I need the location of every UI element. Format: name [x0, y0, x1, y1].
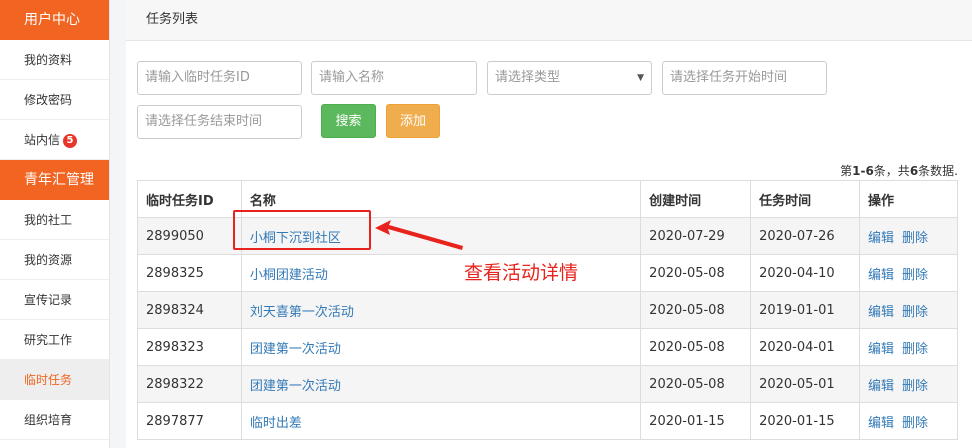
sidebar-item-organization-cultivation[interactable]: 组织培育 — [0, 400, 109, 440]
column-header-task-id: 临时任务ID — [137, 180, 242, 218]
unread-count-badge: 5 — [63, 134, 78, 148]
created-date-cell: 2020-07-29 — [640, 217, 752, 255]
task-id-cell: 2898324 — [137, 291, 242, 329]
sidebar-item-label: 修改密码 — [24, 93, 73, 107]
table-row: 2898323 团建第一次活动 2020-05-08 2020-04-01 编辑 删除 — [137, 328, 958, 366]
task-id-cell: 2898325 — [137, 254, 242, 292]
sidebar-item-label: 站内信 — [24, 133, 61, 147]
delete-link[interactable]: 删除 — [902, 416, 928, 431]
column-header-created: 创建时间 — [640, 180, 752, 218]
table-header-row: 临时任务ID 名称 创建时间 任务时间 操作 — [137, 180, 958, 218]
delete-link[interactable]: 删除 — [902, 342, 928, 357]
created-date-cell: 2020-01-15 — [640, 402, 752, 440]
task-date-cell: 2020-04-01 — [750, 328, 861, 366]
annotation-arrow-icon — [375, 220, 463, 250]
add-button[interactable]: 添加 — [386, 104, 440, 138]
edit-link[interactable]: 编辑 — [868, 231, 894, 246]
table-row: 2897877 临时出差 2020-01-15 2020-01-15 编辑 删除 — [137, 402, 958, 440]
column-header-actions: 操作 — [859, 180, 958, 218]
task-name-link[interactable]: 团建第一次活动 — [250, 379, 341, 394]
sidebar-item-my-resources[interactable]: 我的资源 — [0, 240, 109, 280]
delete-link[interactable]: 删除 — [902, 379, 928, 394]
created-date-cell: 2020-05-08 — [640, 365, 752, 403]
sidebar-item-label: 我的资料 — [24, 53, 73, 67]
sidebar-item-publicity-records[interactable]: 宣传记录 — [0, 280, 109, 320]
delete-link[interactable]: 删除 — [902, 268, 928, 283]
caret-down-icon: ▼ — [637, 73, 644, 83]
task-name-link[interactable]: 小桐团建活动 — [250, 268, 328, 283]
table-row: 2899050 小桐下沉到社区 2020-07-29 2020-07-26 编辑 删除 — [137, 217, 958, 255]
sidebar-item-label: 宣传记录 — [24, 293, 73, 307]
main-panel: 任务列表 请输入临时任务ID 请输入名称 请选择类型 ▼ 请选择任务开始时间 请… — [126, 0, 972, 448]
sidebar-item-my-social-workers[interactable]: 我的社工 — [0, 200, 109, 240]
actions-cell: 编辑 删除 — [859, 217, 958, 255]
created-date-cell: 2020-05-08 — [640, 328, 752, 366]
task-id-cell: 2897877 — [137, 402, 242, 440]
task-id-cell: 2899050 — [137, 217, 242, 255]
table-row: 2898324 刘天喜第一次活动 2020-05-08 2019-01-01 编辑 删除 — [137, 291, 958, 329]
actions-cell: 编辑 删除 — [859, 365, 958, 403]
task-id-cell: 2898322 — [137, 365, 242, 403]
search-button[interactable]: 搜索 — [321, 104, 376, 138]
task-table: 临时任务ID 名称 创建时间 任务时间 操作 2899050 小桐下沉到社区 202… — [137, 180, 958, 440]
task-name-cell: 临时出差 — [240, 402, 642, 440]
task-name-cell: 小桐团建活动 — [240, 254, 642, 292]
task-id-input[interactable]: 请输入临时任务ID — [137, 61, 302, 95]
column-header-task-time: 任务时间 — [750, 180, 861, 218]
task-name-link[interactable]: 临时出差 — [250, 416, 302, 431]
edit-link[interactable]: 编辑 — [868, 416, 894, 431]
task-date-cell: 2020-05-01 — [750, 365, 861, 403]
sidebar: 用户中心 我的资料 修改密码 站内信 5 青年汇管理 我的社工 我的资源 宣传记录… — [0, 0, 110, 448]
table-row: 2898322 团建第一次活动 2020-05-08 2020-05-01 编辑 删除 — [137, 365, 958, 403]
delete-link[interactable]: 删除 — [902, 231, 928, 246]
sidebar-section-user-center: 用户中心 — [0, 0, 109, 40]
sidebar-item-label: 我的资源 — [24, 253, 73, 267]
task-date-cell: 2020-07-26 — [750, 217, 861, 255]
edit-link[interactable]: 编辑 — [868, 379, 894, 394]
actions-cell: 编辑 删除 — [859, 328, 958, 366]
sidebar-item-my-profile[interactable]: 我的资料 — [0, 40, 109, 80]
type-select-value: 请选择类型 — [495, 70, 561, 85]
sidebar-item-change-password[interactable]: 修改密码 — [0, 80, 109, 120]
type-select[interactable]: 请选择类型 ▼ — [487, 61, 652, 95]
pagination-summary: 第1-6条，共6条数据. — [840, 164, 958, 178]
task-name-cell: 团建第一次活动 — [240, 328, 642, 366]
sidebar-item-label: 研究工作 — [24, 333, 73, 347]
task-name-link[interactable]: 团建第一次活动 — [250, 342, 341, 357]
actions-cell: 编辑 删除 — [859, 254, 958, 292]
edit-link[interactable]: 编辑 — [868, 268, 894, 283]
task-date-cell: 2020-01-15 — [750, 402, 861, 440]
task-name-cell: 团建第一次活动 — [240, 365, 642, 403]
name-input[interactable]: 请输入名称 — [311, 61, 477, 95]
annotation-label: 查看活动详情 — [464, 262, 579, 284]
task-id-cell: 2898323 — [137, 328, 242, 366]
edit-link[interactable]: 编辑 — [868, 342, 894, 357]
sidebar-item-temporary-tasks[interactable]: 临时任务 — [0, 360, 109, 400]
sidebar-item-label: 组织培育 — [24, 413, 73, 427]
actions-cell: 编辑 删除 — [859, 291, 958, 329]
task-date-cell: 2019-01-01 — [750, 291, 861, 329]
sidebar-item-messages[interactable]: 站内信 5 — [0, 120, 109, 160]
column-header-name: 名称 — [240, 180, 642, 218]
edit-link[interactable]: 编辑 — [868, 305, 894, 320]
page-title: 任务列表 — [126, 0, 972, 41]
created-date-cell: 2020-05-08 — [640, 254, 752, 292]
actions-cell: 编辑 删除 — [859, 402, 958, 440]
task-name-link[interactable]: 刘天喜第一次活动 — [250, 305, 354, 320]
task-name-link[interactable]: 小桐下沉到社区 — [250, 231, 341, 246]
sidebar-section-youth-management: 青年汇管理 — [0, 160, 109, 200]
task-date-cell: 2020-04-10 — [750, 254, 861, 292]
sidebar-item-label: 我的社工 — [24, 213, 73, 227]
delete-link[interactable]: 删除 — [902, 305, 928, 320]
sidebar-item-research-work[interactable]: 研究工作 — [0, 320, 109, 360]
end-time-input[interactable]: 请选择任务结束时间 — [137, 105, 302, 139]
task-name-cell: 刘天喜第一次活动 — [240, 291, 642, 329]
sidebar-item-label: 临时任务 — [24, 373, 73, 387]
start-time-input[interactable]: 请选择任务开始时间 — [662, 61, 827, 95]
created-date-cell: 2020-05-08 — [640, 291, 752, 329]
